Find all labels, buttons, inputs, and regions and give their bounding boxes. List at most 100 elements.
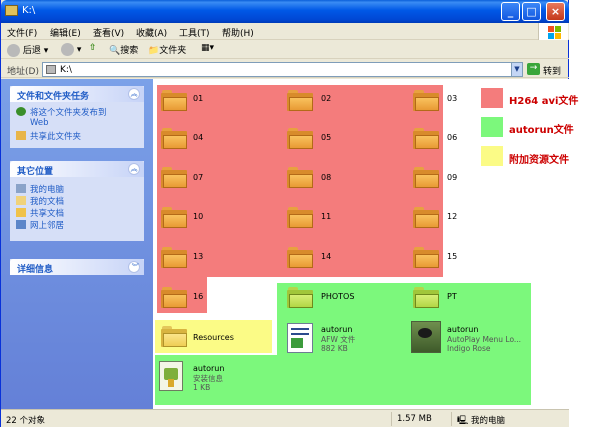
address-input[interactable]: K:\ bbox=[42, 62, 522, 77]
details-panel: 详细信息 ︾ bbox=[10, 259, 144, 275]
expand-icon[interactable]: ︾ bbox=[128, 261, 140, 273]
back-button[interactable]: 后退 ▾ bbox=[7, 43, 48, 57]
details-header[interactable]: 详细信息 ︾ bbox=[10, 259, 144, 275]
file-type: AFW 文件 bbox=[321, 335, 356, 344]
back-arrow-icon bbox=[7, 44, 20, 57]
folder-icon[interactable] bbox=[161, 246, 187, 268]
menu-help[interactable]: 帮助(H) bbox=[222, 26, 254, 39]
menu-edit[interactable]: 编辑(E) bbox=[50, 26, 81, 39]
publish-web-link[interactable]: 将这个文件夹发布到 bbox=[16, 106, 138, 118]
shared-documents-link[interactable]: 共享文档 bbox=[16, 207, 138, 219]
folder-label[interactable]: 07 bbox=[193, 173, 203, 182]
total-size: 1.57 MB bbox=[397, 414, 432, 424]
folder-icon[interactable] bbox=[161, 286, 187, 308]
folders-button[interactable]: 📁文件夹 bbox=[148, 43, 186, 56]
folder-label[interactable]: PT bbox=[447, 292, 457, 301]
folder-icon[interactable] bbox=[287, 246, 313, 268]
setup-info-icon[interactable] bbox=[159, 361, 183, 391]
my-computer-link[interactable]: 我的电脑 bbox=[16, 183, 138, 195]
folder-label[interactable]: Resources bbox=[193, 333, 234, 342]
folder-icon[interactable] bbox=[413, 166, 439, 188]
folder-label[interactable]: 13 bbox=[193, 252, 203, 261]
folder-icon[interactable] bbox=[287, 166, 313, 188]
menu-file[interactable]: 文件(F) bbox=[7, 26, 37, 39]
folder-label[interactable]: 16 bbox=[193, 292, 203, 301]
menu-favorites[interactable]: 收藏(A) bbox=[136, 26, 167, 39]
file-tasks-header[interactable]: 文件和文件夹任务 ︽ bbox=[10, 86, 144, 102]
up-folder-icon[interactable]: ⇧ bbox=[89, 43, 97, 53]
file-list: 01 02 03 04 05 06 07 08 09 10 11 12 13 1… bbox=[153, 79, 578, 409]
file-name[interactable]: autorun bbox=[447, 325, 478, 334]
file-type: AutoPlay Menu Lo... bbox=[447, 335, 522, 344]
folder-icon[interactable] bbox=[161, 89, 187, 111]
folder-icon[interactable] bbox=[287, 286, 313, 308]
autoplay-app-icon[interactable] bbox=[411, 321, 441, 353]
folder-label[interactable]: 10 bbox=[193, 212, 203, 221]
menu-bar: 文件(F) 编辑(E) 查看(V) 收藏(A) 工具(T) 帮助(H) bbox=[1, 23, 569, 40]
menu-view[interactable]: 查看(V) bbox=[93, 26, 124, 39]
address-label: 地址(D) bbox=[7, 67, 39, 77]
legend-swatch-resources bbox=[481, 146, 503, 166]
file-tasks-panel: 文件和文件夹任务 ︽ 将这个文件夹发布到 Web 共享此文件夹 bbox=[10, 86, 144, 148]
folder-label[interactable]: 09 bbox=[447, 173, 457, 182]
folder-icon[interactable] bbox=[161, 166, 187, 188]
file-vendor: Indigo Rose bbox=[447, 344, 491, 353]
document-icon[interactable] bbox=[287, 323, 313, 353]
close-button[interactable]: × bbox=[546, 2, 565, 21]
search-button[interactable]: 🔍搜索 bbox=[109, 43, 138, 56]
folder-label[interactable]: 11 bbox=[321, 212, 331, 221]
publish-web-link-cont[interactable]: Web bbox=[16, 118, 138, 130]
folder-label[interactable]: 03 bbox=[447, 94, 457, 103]
folder-label[interactable]: 08 bbox=[321, 173, 331, 182]
folder-icon[interactable] bbox=[287, 127, 313, 149]
address-dropdown-button[interactable]: ▼ bbox=[511, 62, 523, 77]
folder-label[interactable]: 15 bbox=[447, 252, 457, 261]
folder-label[interactable]: 14 bbox=[321, 252, 331, 261]
other-places-header[interactable]: 其它位置 ︽ bbox=[10, 161, 144, 177]
object-count: 22 个对象 bbox=[6, 416, 46, 426]
folder-icon[interactable] bbox=[413, 206, 439, 228]
folder-label[interactable]: 01 bbox=[193, 94, 203, 103]
other-places-panel: 其它位置 ︽ 我的电脑 我的文档 共享文档 网上邻居 bbox=[10, 161, 144, 241]
folder-icon[interactable] bbox=[413, 246, 439, 268]
legend-label-autorun: autorun文件 bbox=[509, 125, 574, 136]
task-pane: 文件和文件夹任务 ︽ 将这个文件夹发布到 Web 共享此文件夹 其它位置 ︽ 我的电… bbox=[1, 79, 153, 409]
minimize-button[interactable]: _ bbox=[501, 2, 520, 21]
go-button[interactable]: → 转到 bbox=[527, 62, 565, 77]
file-name[interactable]: autorun bbox=[321, 325, 352, 334]
file-type: 安装信息 bbox=[193, 374, 223, 383]
folder-label[interactable]: 12 bbox=[447, 212, 457, 221]
my-documents-link[interactable]: 我的文档 bbox=[16, 195, 138, 207]
folder-icon[interactable] bbox=[161, 127, 187, 149]
collapse-icon[interactable]: ︽ bbox=[128, 88, 140, 100]
folder-icon[interactable] bbox=[287, 206, 313, 228]
folder-icon[interactable] bbox=[161, 206, 187, 228]
address-bar: 地址(D) K:\ ▼ → 转到 bbox=[1, 60, 569, 78]
folder-icon[interactable] bbox=[161, 325, 187, 347]
folder-label[interactable]: PHOTOS bbox=[321, 292, 354, 301]
share-folder-icon bbox=[16, 131, 26, 140]
folder-icon bbox=[5, 5, 18, 16]
folder-label[interactable]: 05 bbox=[321, 133, 331, 142]
folder-label[interactable]: 04 bbox=[193, 133, 203, 142]
folder-icon[interactable] bbox=[287, 89, 313, 111]
folder-label[interactable]: 06 bbox=[447, 133, 457, 142]
network-icon bbox=[16, 220, 26, 229]
file-name[interactable]: autorun bbox=[193, 364, 224, 373]
network-places-link[interactable]: 网上邻居 bbox=[16, 219, 138, 231]
shared-folder-icon bbox=[16, 208, 26, 217]
menu-tools[interactable]: 工具(T) bbox=[179, 26, 210, 39]
folder-label[interactable]: 02 bbox=[321, 94, 331, 103]
folder-icon[interactable] bbox=[413, 89, 439, 111]
globe-icon bbox=[16, 107, 26, 116]
collapse-icon[interactable]: ︽ bbox=[128, 163, 140, 175]
computer-icon bbox=[16, 184, 26, 193]
folder-icon[interactable] bbox=[413, 127, 439, 149]
views-button[interactable]: ▦▾ bbox=[201, 43, 214, 53]
title-bar[interactable]: K:\ _ □ × bbox=[1, 0, 569, 23]
share-folder-link[interactable]: 共享此文件夹 bbox=[16, 130, 138, 142]
toolbar: 后退 ▾ ▾ ⇧ 🔍搜索 📁文件夹 ▦▾ bbox=[1, 40, 569, 59]
maximize-button[interactable]: □ bbox=[522, 2, 541, 21]
forward-button[interactable]: ▾ bbox=[61, 43, 81, 56]
folder-icon[interactable] bbox=[413, 286, 439, 308]
